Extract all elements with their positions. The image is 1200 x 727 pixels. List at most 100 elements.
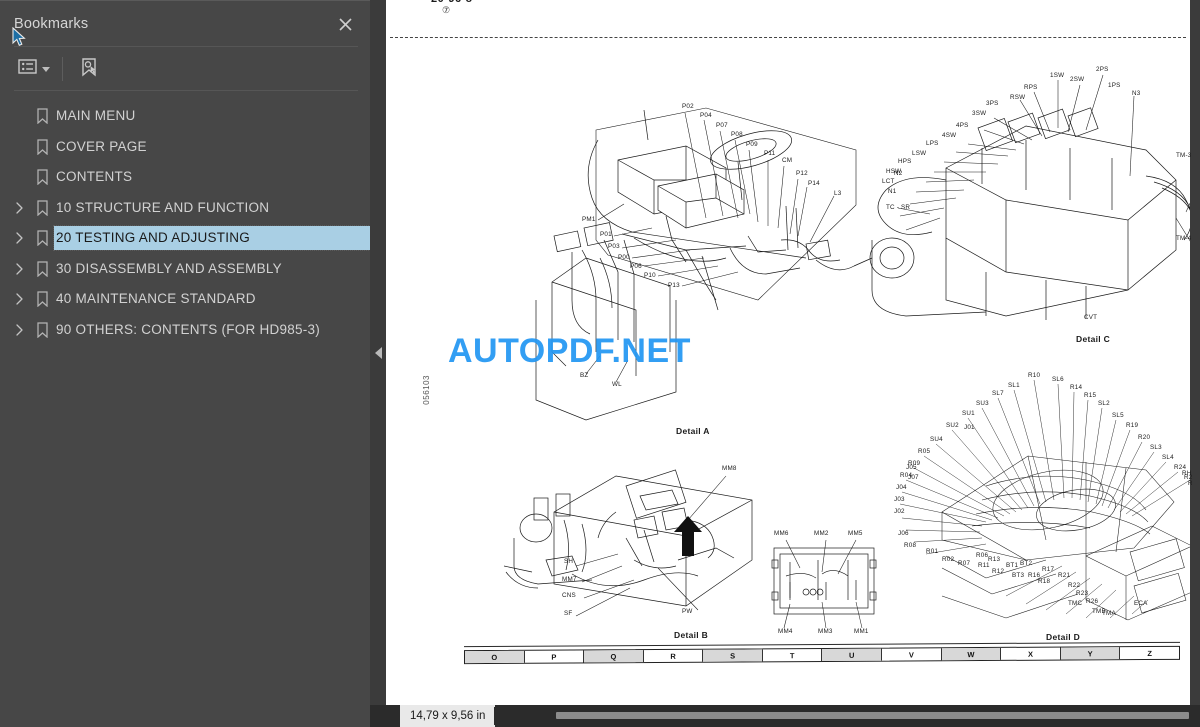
page-size-indicator: 14,79 x 9,56 in	[400, 705, 496, 727]
callout-2ps: 2PS	[1096, 66, 1109, 73]
ruler-cell-s: S	[703, 649, 763, 662]
bookmark-list[interactable]: MAIN MENU COVER PAGE CONTENTS 10 STRUCTURE …	[0, 93, 370, 727]
callout-r16: R13	[988, 556, 1001, 563]
bookmark-item-7[interactable]: 90 OTHERS: CONTENTS (FOR HD985-3)	[0, 315, 370, 346]
callout-cm: CM	[782, 157, 793, 164]
callout-mm8: MM8	[722, 465, 737, 472]
detail-a-label: Detail A	[676, 426, 710, 436]
callout-rsw: RSW	[1010, 94, 1026, 101]
callout-cns: CNS	[562, 592, 576, 599]
bookmark-label: 20 TESTING AND ADJUSTING	[56, 230, 251, 246]
triangle-left-icon	[374, 346, 382, 359]
callout-mm7: MM7	[562, 576, 577, 583]
callout-r17: BT1	[1006, 562, 1019, 569]
callout-eca: R26	[1086, 598, 1099, 605]
status-bar-sidebar-area	[0, 705, 370, 727]
sidebar-header: Bookmarks	[0, 1, 370, 47]
callout-sl1: SL1	[1008, 382, 1020, 389]
bookmark-label: COVER PAGE	[56, 138, 147, 154]
chevron-right-icon[interactable]	[10, 199, 28, 217]
bookmark-item-3[interactable]: 10 STRUCTURE AND FUNCTION	[0, 193, 370, 224]
callout-sl2: SL2	[1098, 400, 1110, 407]
ruler-cell-v: V	[882, 648, 942, 661]
horizontal-scrollbar[interactable]	[494, 707, 1192, 725]
callout-j06: J02	[894, 508, 905, 515]
bookmark-icon	[30, 322, 54, 338]
callout-bt1: R06	[976, 552, 989, 559]
toolbar-divider	[14, 90, 358, 91]
callout-r14: R14	[1070, 384, 1083, 391]
callout-rh2: ECA	[1134, 600, 1148, 607]
document-viewport[interactable]: 20-96-8 ⑦ 056103	[386, 0, 1192, 705]
callout-r12: R02	[942, 556, 955, 563]
bookmark-item-0[interactable]: MAIN MENU	[0, 101, 370, 132]
chevron-down-icon	[42, 66, 50, 72]
callout-1ps: 1PS	[1108, 82, 1121, 89]
panel-title: Bookmarks	[14, 16, 89, 32]
callout-r19: R19	[1126, 422, 1139, 429]
detail-b-label: Detail B	[674, 630, 709, 640]
highlight-current-bookmark-button[interactable]	[75, 54, 103, 84]
callout-mm4: MM4	[778, 628, 793, 635]
toolbar-separator	[62, 57, 63, 81]
callout-r05: SU3	[976, 400, 989, 407]
bookmark-label: 40 MAINTENANCE STANDARD	[56, 291, 256, 307]
bookmark-icon	[30, 108, 54, 125]
callout-pm1: PM1	[582, 216, 596, 223]
bookmark-item-4[interactable]: 20 TESTING AND ADJUSTING	[0, 223, 370, 254]
ruler-cell-u: U	[822, 648, 883, 661]
bookmark-icon	[30, 230, 54, 247]
callout-r07: J06	[898, 530, 909, 537]
horizontal-scrollbar-thumb[interactable]	[556, 712, 1189, 719]
callout-p08: P08	[731, 131, 743, 138]
callout-mm6: MM6	[774, 530, 789, 537]
chevron-right-icon[interactable]	[10, 260, 28, 278]
callout-tma: R21	[1058, 572, 1071, 579]
ruler-cell-y: Y	[1060, 647, 1121, 660]
bookmark-label-wrap: MAIN MENU	[54, 104, 362, 128]
callout-sl7: SL7	[992, 390, 1004, 397]
callout-j05: J03	[894, 496, 905, 503]
callout-tc-sr: TC - SR	[886, 204, 911, 211]
callout-r06: R08	[904, 542, 917, 549]
callout-r02: J05	[906, 464, 917, 471]
callout-4sw: 4SW	[942, 132, 957, 139]
bookmark-label-wrap: 90 OTHERS: CONTENTS (FOR HD985-3)	[54, 318, 362, 342]
detail-c-label: Detail C	[1076, 334, 1111, 344]
callout-p12: P12	[796, 170, 808, 177]
callout-p03: P03	[608, 243, 620, 250]
callout-tmc: R23	[1076, 590, 1089, 597]
callout-pw: PW	[682, 608, 693, 615]
bookmark-icon	[30, 261, 54, 277]
pdf-page: 20-96-8 ⑦ 056103	[386, 0, 1192, 705]
collapse-sidebar-handle[interactable]	[370, 0, 386, 705]
bookmark-item-2[interactable]: CONTENTS	[0, 162, 370, 193]
callout-rps: RPS	[1024, 84, 1038, 91]
bookmark-label-wrap: 10 STRUCTURE AND FUNCTION	[54, 196, 362, 220]
bookmark-options-button[interactable]	[14, 54, 54, 84]
callout-n1: N1	[888, 188, 897, 195]
callout-mm5: MM5	[848, 530, 863, 537]
callout-p04: P04	[700, 112, 712, 119]
chevron-right-icon[interactable]	[10, 229, 28, 247]
callout-r11: R01	[926, 548, 939, 555]
callout-3sw: 3SW	[972, 110, 987, 117]
bookmark-icon	[30, 291, 54, 308]
callout-r20: R20	[1138, 434, 1151, 441]
callout-r23: R17	[1042, 566, 1055, 573]
ruler-cell-t: T	[762, 648, 823, 662]
ruler-cell-z: Z	[1147, 648, 1152, 658]
bookmark-item-5[interactable]: 30 DISASSEMBLY AND ASSEMBLY	[0, 254, 370, 285]
bookmark-pointer-icon	[79, 57, 99, 82]
chevron-right-icon[interactable]	[10, 290, 28, 308]
close-icon[interactable]	[332, 11, 358, 37]
callout-2sw: 2SW	[1070, 76, 1085, 83]
bookmark-item-6[interactable]: 40 MAINTENANCE STANDARD	[0, 284, 370, 315]
callout-l3: L3	[834, 190, 842, 197]
callout-r10: R10	[1028, 372, 1041, 379]
callout-p01: P01	[600, 231, 612, 238]
callout-r13: R07	[958, 560, 971, 567]
callout-tmb: R22	[1068, 582, 1081, 589]
chevron-right-icon[interactable]	[10, 321, 28, 339]
bookmark-item-1[interactable]: COVER PAGE	[0, 132, 370, 163]
